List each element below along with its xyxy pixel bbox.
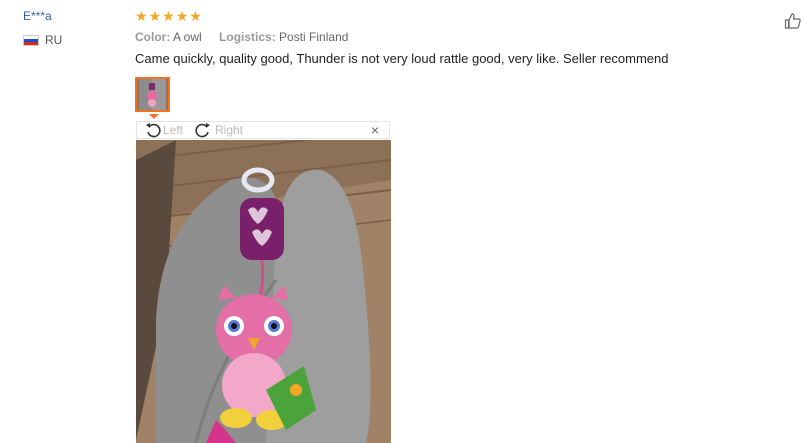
star-rating: ★ ★ ★ ★ ★ bbox=[135, 9, 202, 23]
logistics-label: Logistics: bbox=[219, 30, 276, 44]
star-icon: ★ bbox=[175, 8, 189, 24]
star-icon: ★ bbox=[148, 8, 162, 24]
thumbnail-pointer bbox=[149, 114, 159, 119]
reviewer-country: RU bbox=[23, 33, 62, 47]
review-text: Came quickly, quality good, Thunder is n… bbox=[135, 51, 669, 66]
star-icon: ★ bbox=[135, 8, 148, 24]
review-photo bbox=[136, 140, 391, 443]
rotate-left-label: Left bbox=[163, 123, 184, 137]
close-icon[interactable]: × bbox=[371, 122, 379, 138]
color-value: A owl bbox=[173, 30, 202, 44]
color-label: Color: bbox=[135, 30, 171, 44]
review-meta: Color: A owl Logistics: Posti Finland bbox=[135, 30, 348, 44]
image-viewer-toolbar: Left Right × bbox=[136, 121, 390, 139]
star-icon: ★ bbox=[162, 8, 175, 24]
logistics-value: Posti Finland bbox=[279, 30, 349, 44]
rotate-right-label: Right bbox=[215, 123, 244, 137]
star-icon: ★ bbox=[189, 8, 202, 24]
rotate-right-button[interactable]: Right bbox=[195, 122, 243, 138]
rotate-right-icon bbox=[195, 123, 210, 138]
reviewer-name: E***a bbox=[23, 9, 52, 23]
country-code: RU bbox=[45, 33, 63, 47]
rotate-left-icon bbox=[146, 123, 161, 138]
flag-icon bbox=[23, 34, 39, 46]
review-photo-thumbnail[interactable] bbox=[135, 77, 170, 112]
thumbs-up-icon[interactable] bbox=[784, 12, 802, 35]
rotate-left-button[interactable]: Left bbox=[145, 122, 183, 138]
